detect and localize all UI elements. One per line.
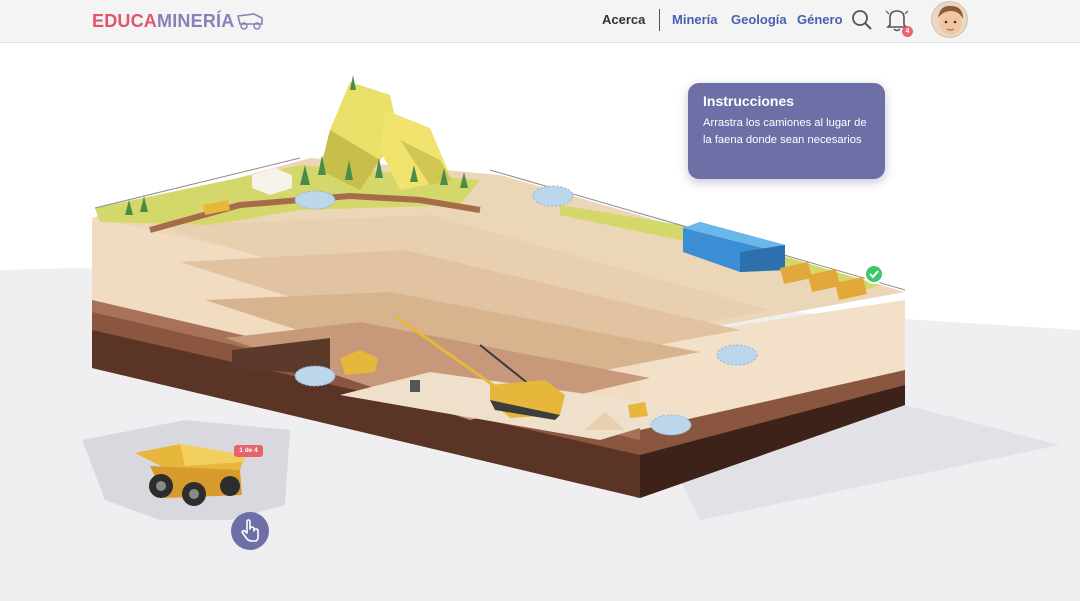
avatar-image bbox=[932, 2, 967, 37]
logo-text-mineria: MINERÍA bbox=[157, 10, 235, 31]
page: EDUCA MINERÍA Acerca Minería Geología Gén… bbox=[0, 0, 1080, 601]
instructions-body: Arrastra los camiones al lugar de la fae… bbox=[703, 117, 867, 146]
hand-pointer-icon bbox=[241, 519, 259, 542]
logo[interactable]: EDUCA MINERÍA bbox=[92, 8, 266, 34]
logo-text-educa: EDUCA bbox=[92, 10, 158, 31]
avatar[interactable] bbox=[931, 1, 968, 38]
nav-gender[interactable]: Género bbox=[797, 12, 843, 27]
notification-badge: 4 bbox=[902, 26, 913, 37]
truck-counter-badge: 1 de 4 bbox=[234, 445, 263, 457]
check-icon bbox=[869, 270, 879, 279]
drag-hint-button[interactable] bbox=[231, 512, 269, 550]
nav-divider bbox=[659, 9, 660, 31]
success-check bbox=[864, 264, 884, 284]
search-icon[interactable] bbox=[851, 9, 873, 31]
instructions-title: Instrucciones bbox=[703, 93, 795, 109]
mine-scene bbox=[0, 75, 1080, 601]
top-bar: EDUCA MINERÍA Acerca Minería Geología Gén… bbox=[0, 0, 1080, 43]
nav-mining[interactable]: Minería bbox=[672, 12, 718, 27]
nav-about[interactable]: Acerca bbox=[602, 12, 645, 27]
nav-geology[interactable]: Geología bbox=[731, 12, 787, 27]
truck-logo-icon bbox=[237, 13, 264, 30]
instructions-card: Instrucciones Arrastra los camiones al l… bbox=[688, 83, 885, 179]
